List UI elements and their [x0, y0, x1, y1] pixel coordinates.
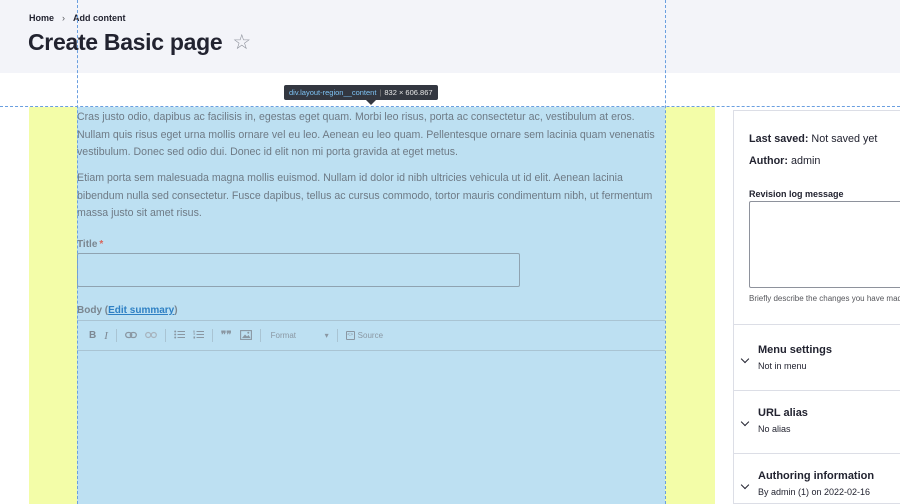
- chevron-down-icon: [740, 480, 750, 490]
- inspector-guide-line: [0, 106, 900, 107]
- authoring-information-accordion[interactable]: Authoring information By admin (1) on 20…: [733, 470, 900, 504]
- title-label-text: Title: [77, 239, 98, 250]
- image-icon[interactable]: [239, 329, 252, 342]
- menu-settings-accordion[interactable]: Menu settings Not in menu: [733, 344, 900, 394]
- chevron-down-icon: ▾: [324, 331, 329, 340]
- intro-paragraph: Cras justo odio, dapibus ac facilisis in…: [77, 111, 655, 158]
- body-label-text: Body: [77, 305, 102, 316]
- revision-log-textarea[interactable]: [749, 201, 900, 288]
- editor-toolbar: B I ❞❞ Format ▾ <> Source: [77, 320, 665, 351]
- link-icon[interactable]: [124, 331, 137, 341]
- inspector-tooltip: div.layout-region__content | 832 × 606.867: [284, 85, 438, 105]
- last-saved: Last saved: Not saved yet: [749, 133, 877, 145]
- authoring-information-summary: By admin (1) on 2022-02-16: [758, 487, 871, 497]
- star-icon[interactable]: ☆: [232, 30, 251, 55]
- title-input[interactable]: [77, 253, 520, 287]
- format-dropdown-label: Format: [270, 331, 297, 340]
- inspector-dimensions: 832 × 606.867: [384, 88, 433, 97]
- author-value: admin: [790, 155, 821, 167]
- required-marker: *: [99, 239, 104, 250]
- breadcrumb-home-link[interactable]: Home: [29, 13, 54, 23]
- source-button[interactable]: <> Source: [345, 331, 384, 340]
- chevron-down-icon: [740, 354, 750, 364]
- author-label: Author:: [749, 155, 788, 167]
- page-title: Create Basic page: [28, 29, 223, 55]
- title-label: Title *: [77, 239, 103, 250]
- breadcrumb-separator: ›: [62, 13, 66, 23]
- toolbar-divider: [336, 329, 338, 342]
- unlink-icon[interactable]: [145, 331, 157, 341]
- author: Author: admin: [749, 155, 820, 167]
- format-dropdown[interactable]: Format ▾: [271, 331, 329, 340]
- toolbar-divider: [259, 329, 261, 342]
- revision-log-description: Briefly describe the changes you have ma…: [749, 294, 900, 303]
- page-header: Home › Add content Create Basic page ☆: [0, 0, 900, 73]
- edit-summary-link[interactable]: Edit summary: [108, 305, 174, 316]
- inspector-guide-line: [665, 0, 666, 504]
- inspector-guide-line: [77, 0, 78, 504]
- sidebar-divider: [733, 453, 900, 454]
- sidebar-divider: [733, 390, 900, 391]
- inspector-separator: |: [379, 88, 382, 97]
- source-icon: <>: [345, 331, 355, 340]
- url-alias-summary: No alias: [758, 424, 791, 434]
- layout-margin-highlight-right: [665, 107, 715, 504]
- toolbar-divider: [115, 329, 117, 342]
- numbered-list-icon[interactable]: [193, 330, 204, 341]
- inspector-selector: div.layout-region__content: [289, 88, 377, 97]
- secondary-paragraph: Etiam porta sem malesuada magna mollis e…: [77, 172, 653, 219]
- menu-settings-summary: Not in menu: [758, 361, 807, 371]
- toolbar-divider: [211, 329, 213, 342]
- blockquote-button[interactable]: ❞❞: [221, 330, 232, 341]
- sidebar-divider: [733, 324, 900, 325]
- revision-log-label: Revision log message: [749, 189, 844, 199]
- url-alias-title: URL alias: [758, 407, 808, 419]
- breadcrumb-current-link[interactable]: Add content: [73, 13, 126, 23]
- source-button-label: Source: [357, 331, 384, 340]
- toolbar-divider: [164, 329, 166, 342]
- authoring-information-title: Authoring information: [758, 470, 875, 482]
- menu-settings-title: Menu settings: [758, 344, 832, 356]
- body-label: Body (Edit summary): [77, 305, 178, 316]
- chevron-down-icon: [740, 417, 750, 427]
- page-title-wrapper: Create Basic page ☆: [28, 29, 251, 56]
- url-alias-accordion[interactable]: URL alias No alias: [733, 407, 900, 457]
- italic-button[interactable]: I: [104, 330, 108, 342]
- layout-margin-highlight-left: [29, 107, 77, 504]
- bold-button[interactable]: B: [89, 330, 96, 341]
- last-saved-value: Not saved yet: [811, 133, 878, 145]
- last-saved-label: Last saved:: [749, 133, 809, 145]
- bulleted-list-icon[interactable]: [174, 330, 185, 341]
